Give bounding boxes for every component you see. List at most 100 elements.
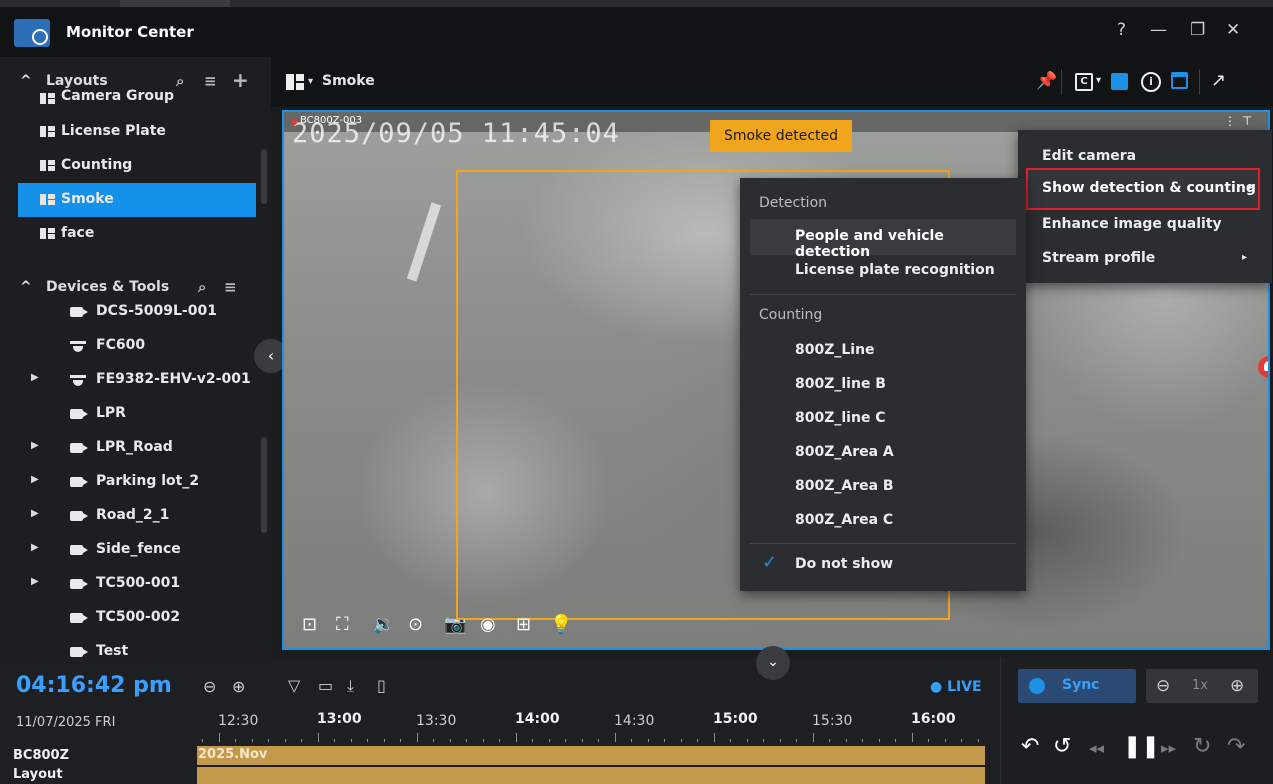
device-item[interactable]: ▶ Parking lot_2 xyxy=(18,465,256,499)
speed-down-icon[interactable]: ⊖ xyxy=(1156,676,1170,696)
menu-item-stream-profile[interactable]: Stream profile xyxy=(1042,250,1155,266)
expand-arrow-icon[interactable]: ▶ xyxy=(31,440,39,451)
tick-mark xyxy=(548,739,550,742)
device-label: LPR xyxy=(96,405,126,421)
expand-icon[interactable]: ↗ xyxy=(1211,70,1226,91)
expand-arrow-icon[interactable]: ▶ xyxy=(31,542,39,553)
live-indicator[interactable]: ● LIVE xyxy=(930,679,982,695)
recording-track[interactable]: 2025.Nov xyxy=(197,746,985,765)
device-item[interactable]: ▶ Road_2_1 xyxy=(18,499,256,533)
device-item[interactable]: TC500-002 xyxy=(18,601,256,635)
more-options-icon[interactable]: ⋮ xyxy=(1224,114,1236,128)
calendar-icon[interactable]: ▭ xyxy=(318,676,333,695)
camera-icon xyxy=(70,545,88,555)
menu-item-counting[interactable]: 800Z_Area A xyxy=(795,444,894,460)
device-item[interactable]: ▶ Side_fence xyxy=(18,533,256,567)
zoom-area-icon[interactable]: ⊡ xyxy=(302,614,317,635)
expand-arrow-icon[interactable]: ▶ xyxy=(31,508,39,519)
expand-arrow-icon[interactable]: ▶ xyxy=(31,372,39,383)
menu-item-enhance-image[interactable]: Enhance image quality xyxy=(1042,216,1222,232)
pause-icon[interactable]: ❚❚ xyxy=(1123,734,1160,759)
layout-item-smoke[interactable]: Smoke xyxy=(18,183,256,217)
minimize-button[interactable]: — xyxy=(1150,20,1167,40)
device-item[interactable]: LPR xyxy=(18,397,256,431)
layout-item-license-plate[interactable]: License Plate xyxy=(18,115,256,149)
focus-icon[interactable]: ⊙ xyxy=(408,614,423,635)
speed-up-icon[interactable]: ⊕ xyxy=(1230,676,1244,696)
layouts-header-label: Layouts xyxy=(46,73,108,89)
device-item[interactable]: FC600 xyxy=(18,329,256,363)
info-icon[interactable]: i xyxy=(1141,72,1161,92)
skip-back-icon[interactable]: ↶ xyxy=(1021,734,1039,759)
camera-icon xyxy=(70,477,88,487)
restore-button[interactable]: ❐ xyxy=(1190,20,1205,40)
camera-mode-dropdown-icon[interactable]: ▾ xyxy=(1096,75,1101,86)
pin-icon[interactable]: 📌 xyxy=(1036,71,1057,91)
pin-tile-icon[interactable]: ⊤ xyxy=(1242,114,1252,128)
ptz-icon[interactable]: ⊞ xyxy=(516,614,531,635)
previous-frame-icon[interactable]: ◂◂ xyxy=(1089,739,1104,757)
time-tick-label: 16:00 xyxy=(911,711,956,727)
help-button[interactable]: ? xyxy=(1117,20,1126,40)
window-icon[interactable] xyxy=(1171,72,1188,89)
layout-track[interactable] xyxy=(197,767,985,784)
sort-icon[interactable]: ≡ xyxy=(204,72,217,90)
sort-icon[interactable]: ≡ xyxy=(224,278,237,296)
record-icon[interactable]: ◉ xyxy=(480,614,496,635)
device-item[interactable]: DCS-5009L-001 xyxy=(18,295,256,329)
menu-item-license-plate[interactable]: License plate recognition xyxy=(795,262,995,278)
time-tick-label: 14:30 xyxy=(614,713,655,729)
expand-arrow-icon[interactable]: ▶ xyxy=(31,576,39,587)
device-item[interactable]: ▶ FE9382-EHV-v2-001 xyxy=(18,363,256,397)
filter-icon[interactable]: ▽ xyxy=(288,676,300,695)
camera-icon xyxy=(70,613,88,623)
forward-10-icon[interactable]: ↻ xyxy=(1193,734,1211,759)
zoom-in-icon[interactable]: ⊕ xyxy=(232,677,245,696)
tick-mark xyxy=(433,739,434,742)
expand-arrow-icon[interactable]: ▶ xyxy=(31,474,39,485)
layouts-scrollbar[interactable] xyxy=(261,149,267,204)
sync-button[interactable]: Sync xyxy=(1018,669,1136,703)
layout-item-face[interactable]: face xyxy=(18,217,256,251)
fisheye-icon[interactable]: ⛶ xyxy=(336,614,349,635)
export-icon[interactable]: ⤓ xyxy=(347,676,354,696)
layout-grid-icon[interactable] xyxy=(286,74,304,90)
menu-item-counting[interactable]: 800Z_Area B xyxy=(795,478,894,494)
menu-item-counting[interactable]: 800Z_line B xyxy=(795,376,886,392)
menu-item-counting[interactable]: 800Z_Line xyxy=(795,342,875,358)
layout-dropdown-icon[interactable]: ▾ xyxy=(308,76,313,87)
expand-timeline-button[interactable]: ⌄ xyxy=(756,646,790,680)
menu-item-show-detection[interactable]: Show detection & counting ▸ xyxy=(1026,168,1260,210)
search-icon[interactable]: ⌕ xyxy=(176,72,184,90)
menu-item-counting[interactable]: 800Z_line C xyxy=(795,410,886,426)
tick-mark xyxy=(532,739,533,742)
menu-item-people-vehicle[interactable]: People and vehicle detection xyxy=(750,219,1016,260)
menu-item-do-not-show[interactable]: Do not show xyxy=(795,556,893,572)
device-label: TC500-002 xyxy=(96,609,181,625)
tick-mark xyxy=(647,739,649,742)
camera-mode-icon[interactable]: C xyxy=(1075,73,1093,91)
layout-item-counting[interactable]: Counting xyxy=(18,149,256,183)
zoom-out-icon[interactable]: ⊖ xyxy=(203,677,216,696)
rewind-10-icon[interactable]: ↺ xyxy=(1053,734,1071,759)
sidebar: ^ Layouts ⌕ ≡ + Camera Group License Plat… xyxy=(0,57,271,657)
search-icon[interactable]: ⌕ xyxy=(198,278,206,296)
device-item[interactable]: ▶ LPR_Road xyxy=(18,431,256,465)
tab-indicator xyxy=(120,0,230,7)
bookmark-icon[interactable]: ▯ xyxy=(377,676,386,695)
close-button[interactable]: ✕ xyxy=(1226,20,1240,40)
skip-forward-icon[interactable]: ↷ xyxy=(1227,734,1245,759)
menu-item-edit-camera[interactable]: Edit camera xyxy=(1042,148,1136,164)
layout-item-camera-group[interactable]: Camera Group xyxy=(18,89,256,109)
device-item[interactable]: ▶ TC500-001 xyxy=(18,567,256,601)
device-label: LPR_Road xyxy=(96,439,173,455)
device-item[interactable]: Test xyxy=(18,635,256,657)
menu-item-counting[interactable]: 800Z_Area C xyxy=(795,512,893,528)
devices-scrollbar[interactable] xyxy=(261,437,267,533)
snapshot-icon[interactable]: 📷 xyxy=(444,614,466,635)
volume-icon[interactable]: 🔉 xyxy=(372,614,394,635)
light-icon[interactable]: 💡 xyxy=(550,614,572,635)
image-icon[interactable] xyxy=(1111,73,1128,90)
next-frame-icon[interactable]: ▸▸ xyxy=(1161,739,1176,757)
layout-item-label: Counting xyxy=(61,157,133,173)
